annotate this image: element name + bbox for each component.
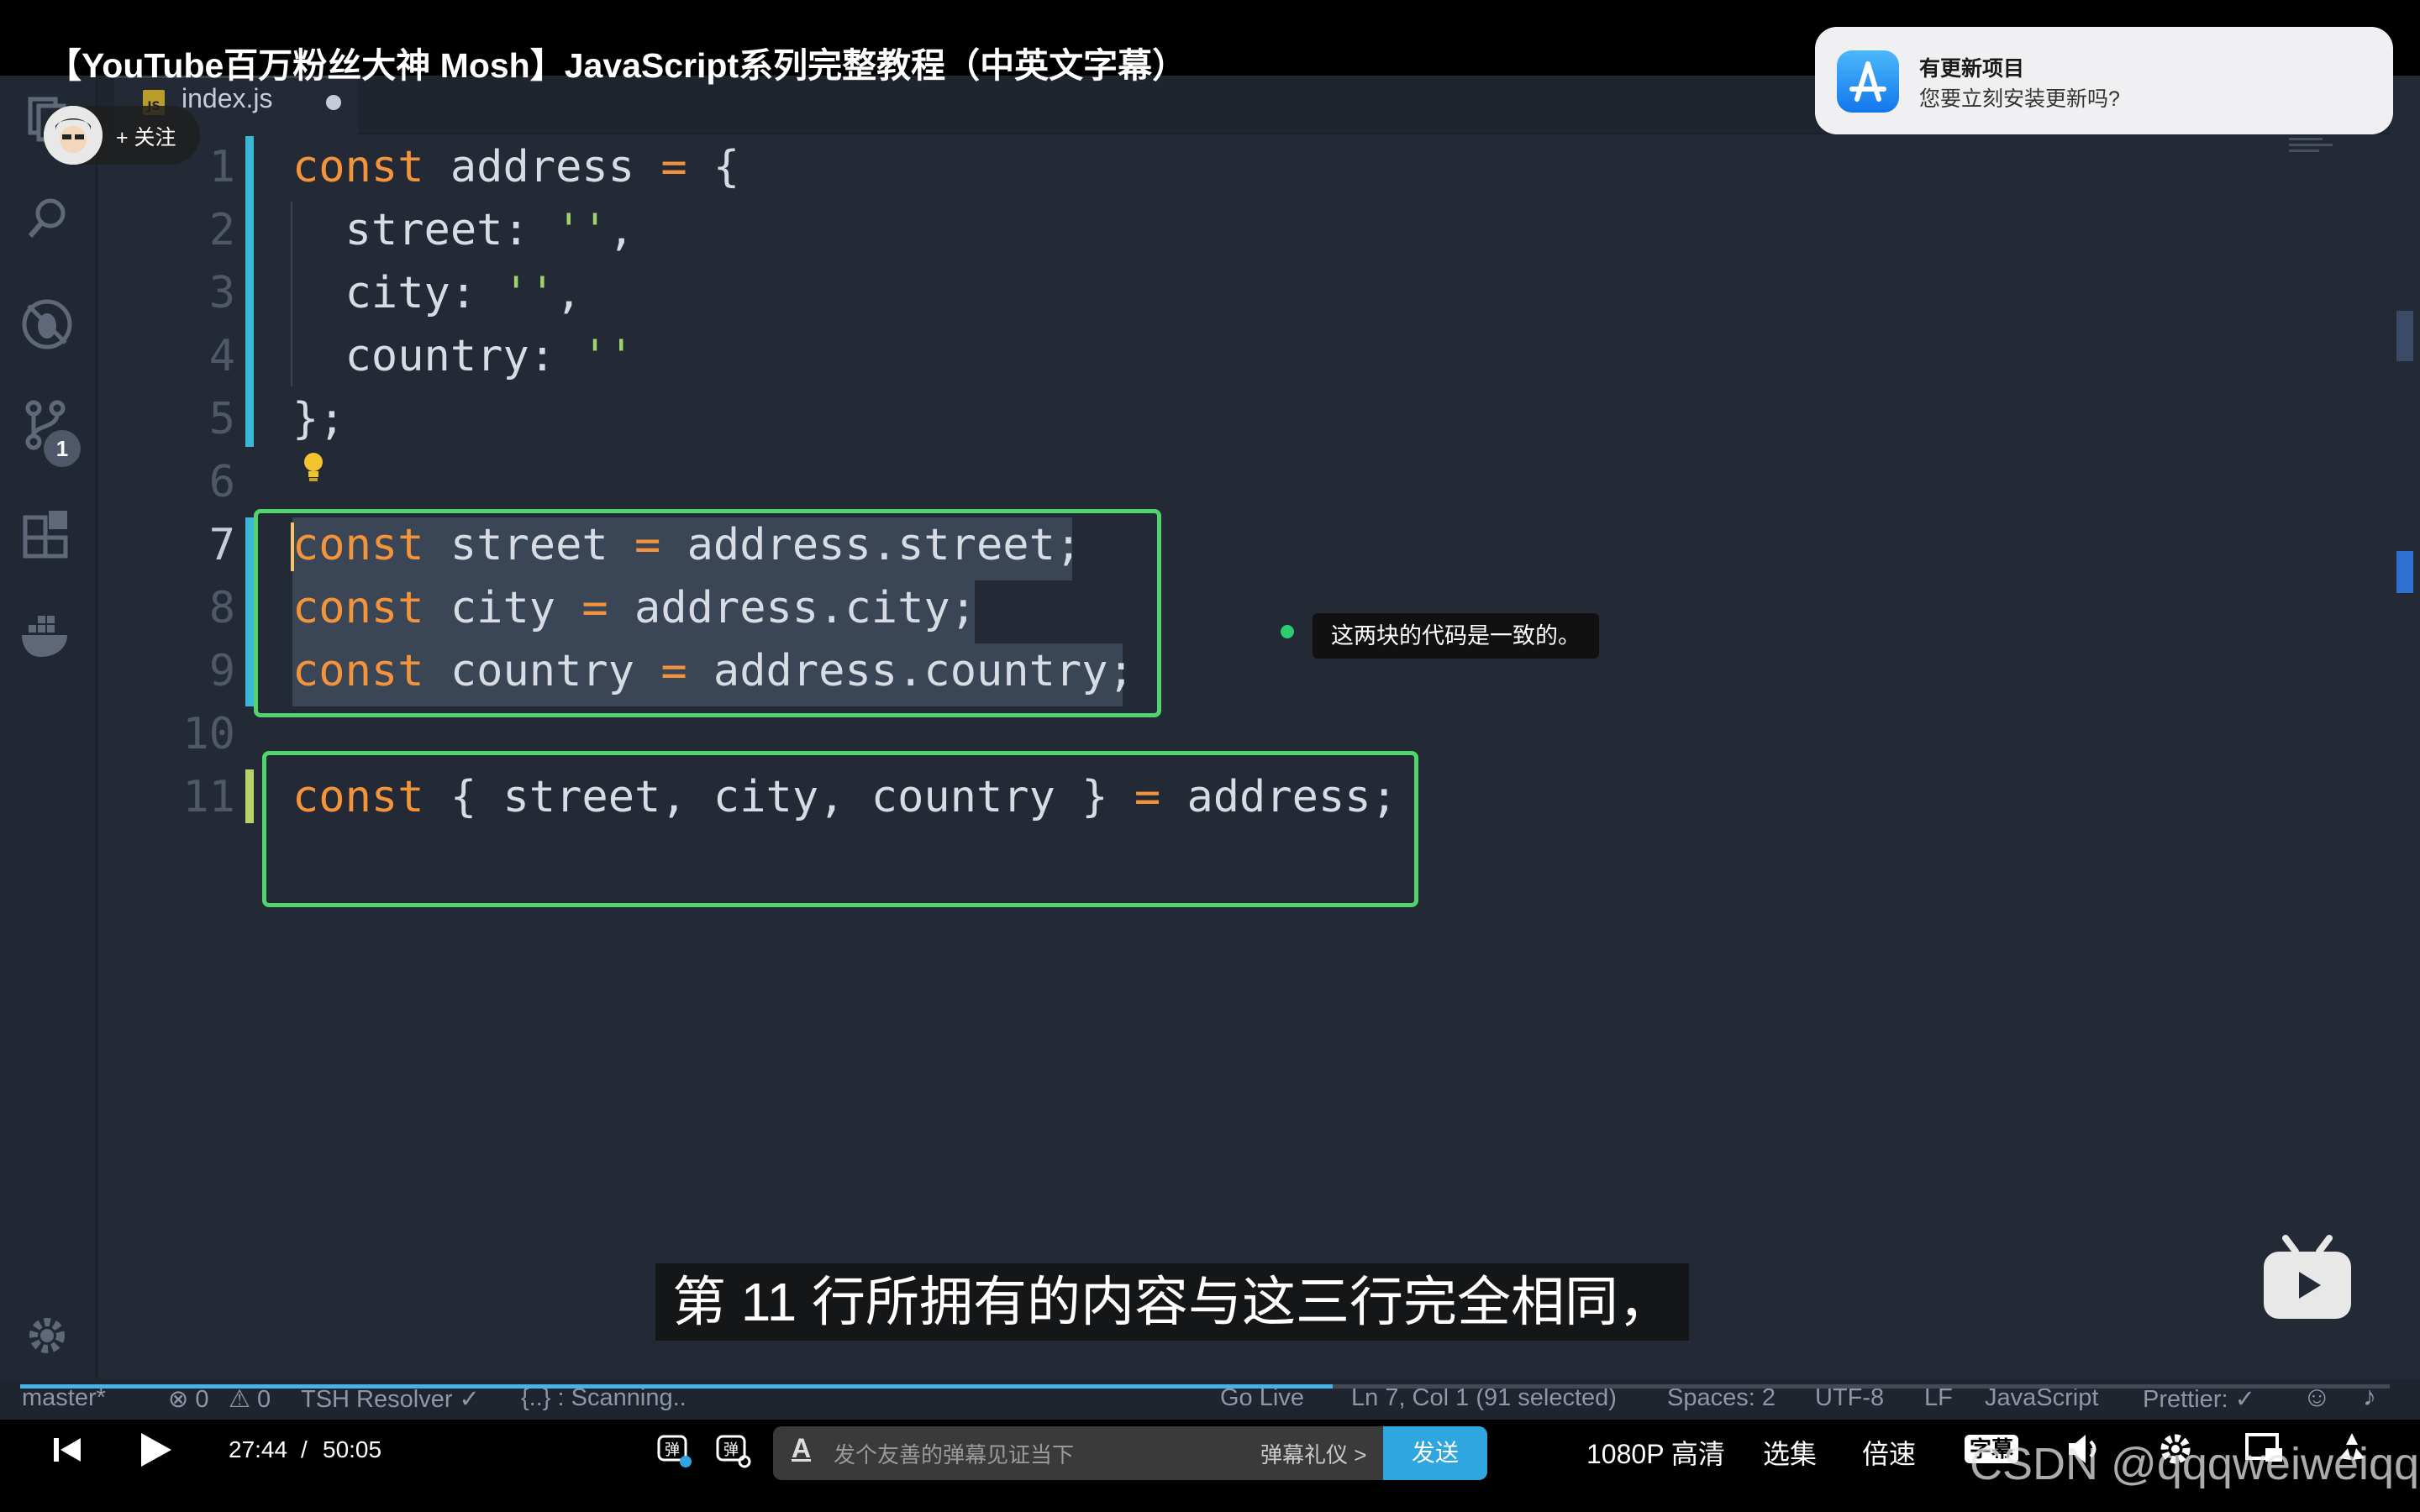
time-current: 27:44 xyxy=(229,1436,288,1462)
error-count[interactable]: ⊗ 0 xyxy=(168,1384,208,1414)
video-frame: 1 JS index.js xyxy=(0,76,2420,1428)
docker-icon[interactable] xyxy=(18,606,76,664)
uploader-avatar[interactable] xyxy=(44,106,103,165)
video-subtitle: 第 11 行所拥有的内容与这三行完全相同， xyxy=(655,1263,1689,1341)
line-number: 5 xyxy=(208,394,235,444)
line-number: 11 xyxy=(182,772,235,822)
debug-icon[interactable] xyxy=(18,296,76,353)
search-icon[interactable] xyxy=(18,190,76,247)
notification-title: 有更新项目 xyxy=(1919,57,2025,81)
app-store-icon xyxy=(1837,50,1899,113)
danmu-settings-icon[interactable]: 弹 xyxy=(714,1431,751,1468)
notification-body: 您要立刻安装更新吗? xyxy=(1919,87,2120,111)
csdn-watermark: CSDN @qqqweiweiqq xyxy=(1970,1439,2420,1489)
svg-text:弹: 弹 xyxy=(723,1441,739,1459)
progress-fill xyxy=(20,1384,1334,1389)
danmu-etiquette-link[interactable]: 弹幕礼仪 > xyxy=(1260,1438,1366,1469)
code-line[interactable]: street: '', xyxy=(292,199,634,262)
activity-bar: 1 xyxy=(0,76,97,1428)
line-number: 10 xyxy=(182,709,235,759)
svg-text:弹: 弹 xyxy=(665,1441,680,1459)
highlight-box-lines-7-9 xyxy=(254,509,1161,717)
bilibili-tv-logo-icon xyxy=(2264,1235,2351,1319)
warning-count[interactable]: ⚠ 0 xyxy=(229,1384,271,1414)
minimap[interactable] xyxy=(2289,134,2339,160)
line-number-current: 7 xyxy=(208,520,235,570)
danmu-input[interactable]: 发个友善的弹幕见证当下 xyxy=(834,1438,1074,1469)
code-line[interactable]: const address = { xyxy=(292,136,739,199)
send-button[interactable]: 发送 xyxy=(1383,1426,1487,1480)
code-line[interactable]: country: '' xyxy=(292,325,634,388)
code-line[interactable]: }; xyxy=(292,388,345,451)
progress-bar[interactable] xyxy=(20,1384,2390,1389)
tab-label: index.js xyxy=(182,83,273,113)
avatar-face-icon xyxy=(44,106,103,165)
quality-selector[interactable]: 1080P 高清 xyxy=(1586,1433,1725,1472)
danmu-toggle-icon[interactable]: 弹 xyxy=(655,1431,692,1468)
gutter-change-marker xyxy=(245,136,254,447)
line-number: 8 xyxy=(208,583,235,633)
line-number: 4 xyxy=(208,331,235,381)
follow-button[interactable]: + 关注 xyxy=(116,121,176,151)
uploader-follow[interactable]: + 关注 xyxy=(44,106,200,165)
code-line[interactable]: city: '', xyxy=(292,262,582,325)
extensions-icon[interactable] xyxy=(18,506,76,563)
gutter-change-marker xyxy=(245,769,254,823)
line-number: 2 xyxy=(208,205,235,255)
time-total: 50:05 xyxy=(323,1436,382,1462)
tsh-resolver[interactable]: TSH Resolver ✓ xyxy=(301,1384,480,1414)
play-icon[interactable] xyxy=(136,1430,175,1470)
lightbulb-icon[interactable] xyxy=(301,450,326,484)
line-number: 6 xyxy=(208,457,235,507)
highlight-box-line-11 xyxy=(262,751,1418,907)
danmu-input-bar[interactable]: A 发个友善的弹幕见证当下 弹幕礼仪 > 发送 xyxy=(773,1426,1487,1480)
annotation-dot xyxy=(1281,625,1294,638)
text-style-icon[interactable]: A xyxy=(792,1433,811,1464)
line-number: 9 xyxy=(208,646,235,696)
time-separator: / xyxy=(301,1436,308,1462)
speed-button[interactable]: 倍速 xyxy=(1862,1433,1916,1472)
source-control-badge: 1 xyxy=(44,430,81,467)
settings-gear-icon[interactable] xyxy=(18,1307,76,1364)
unsaved-dot-icon xyxy=(326,95,341,110)
line-number: 3 xyxy=(208,268,235,318)
previous-icon[interactable] xyxy=(50,1433,84,1467)
annotation-tooltip: 这两块的代码是一致的。 xyxy=(1313,613,1599,659)
update-notification[interactable]: 有更新项目 您要立刻安装更新吗? xyxy=(1815,27,2393,134)
editor-scrollbar[interactable] xyxy=(2390,76,2420,1428)
prettier-status[interactable]: Prettier: ✓ xyxy=(2143,1384,2255,1414)
gutter-change-marker xyxy=(245,517,254,706)
episodes-button[interactable]: 选集 xyxy=(1763,1433,1817,1472)
video-title: 【YouTube百万粉丝大神 Mosh】JavaScript系列完整教程（中英文… xyxy=(47,46,1187,85)
